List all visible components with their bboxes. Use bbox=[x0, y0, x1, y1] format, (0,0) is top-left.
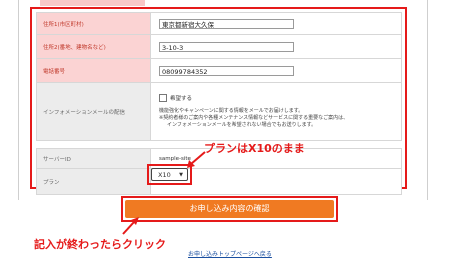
form-row-phone: 電話番号 08099784352 bbox=[36, 58, 402, 83]
plan-callout-text: プランはX10のまま bbox=[204, 142, 305, 155]
address1-label: 住所1(市区町村) bbox=[36, 12, 151, 35]
address2-input[interactable]: 3-10-3 bbox=[159, 41, 294, 52]
form-row-plan: プラン bbox=[36, 168, 402, 195]
previous-row-value: 090-0977 bbox=[150, 0, 184, 1]
plan-select-value: X10 bbox=[158, 171, 171, 179]
highlight-box-submit: お申し込み内容の確認 bbox=[121, 196, 338, 222]
info-mail-cell: 希望する 機能強化やキャンペーンに関する情報をメールでお届けします。 ※契約者様… bbox=[150, 82, 402, 141]
confirm-application-button[interactable]: お申し込み内容の確認 bbox=[125, 200, 334, 218]
info-mail-checkbox[interactable] bbox=[159, 94, 167, 103]
phone-label: 電話番号 bbox=[36, 58, 151, 83]
back-to-top-link[interactable]: お申し込みトップページへ戻る bbox=[188, 249, 272, 258]
server-id-label: サーバーID bbox=[36, 148, 151, 169]
chevron-down-icon: ▼ bbox=[179, 172, 183, 178]
previous-form-row: 090-0977 bbox=[40, 0, 405, 6]
form-row-info-mail: インフォメーションメールの配信 希望する 機能強化やキャンペーンに関する情報をメ… bbox=[36, 82, 402, 141]
address1-cell: 東京都新宿大久保 bbox=[150, 12, 402, 35]
plan-label: プラン bbox=[36, 168, 151, 195]
previous-row-label bbox=[40, 0, 145, 6]
form-row-address2: 住所2(番地、建物名など) 3-10-3 bbox=[36, 34, 402, 59]
info-mail-checkbox-label: 希望する bbox=[170, 95, 193, 102]
address2-label: 住所2(番地、建物名など) bbox=[36, 34, 151, 59]
submit-callout-text: 記入が終わったらクリック bbox=[34, 238, 166, 251]
info-mail-label: インフォメーションメールの配信 bbox=[36, 82, 151, 141]
page-border-left bbox=[18, 0, 19, 200]
application-form: 住所1(市区町村) 東京都新宿大久保 住所2(番地、建物名など) 3-10-3 … bbox=[36, 12, 402, 195]
submit-callout-arrow bbox=[122, 217, 139, 235]
info-mail-checkbox-row: 希望する bbox=[159, 94, 401, 103]
form-row-address1: 住所1(市区町村) 東京都新宿大久保 bbox=[36, 12, 402, 35]
address2-cell: 3-10-3 bbox=[150, 34, 402, 59]
address1-input[interactable]: 東京都新宿大久保 bbox=[159, 18, 294, 29]
phone-cell: 08099784352 bbox=[150, 58, 402, 83]
page-border-right bbox=[427, 0, 428, 200]
info-mail-note-3: インフォメーションメールを希望されない場合でもお送りします。 bbox=[167, 122, 317, 129]
phone-input[interactable]: 08099784352 bbox=[159, 65, 294, 76]
plan-select[interactable]: X10 ▼ bbox=[151, 168, 188, 181]
